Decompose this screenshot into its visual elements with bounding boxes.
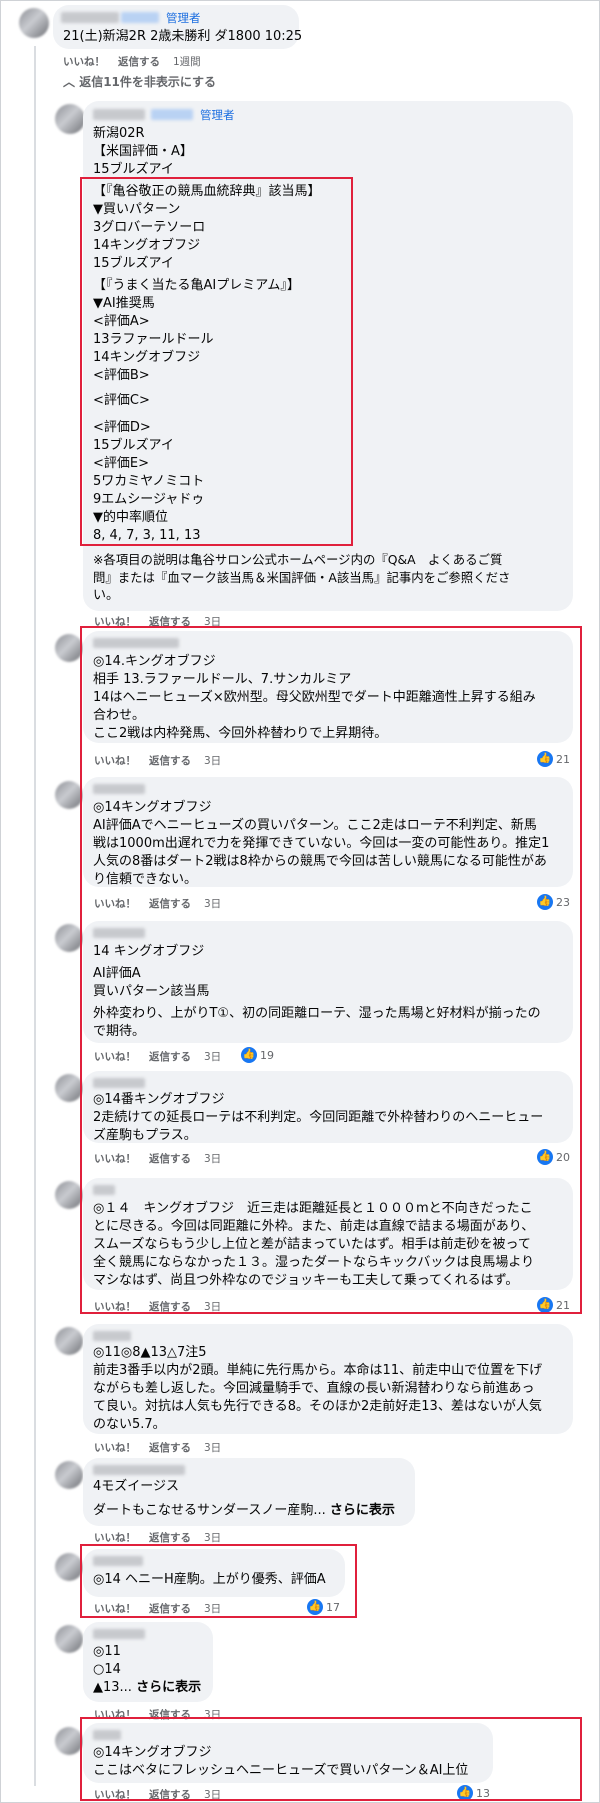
comment-bubble: ◎11◎8▲13△7注5 前走3番手以内が2頭。単純に先行馬から。本命は11、前… bbox=[83, 1324, 573, 1434]
comment-line: て良い。対抗は人気も先行できる8。そのほか2走前好走13、差はないが人気 bbox=[93, 1399, 542, 1414]
comment-bubble: 4モズイージス ダートもこなせるサンダースノー産駒... さらに表示 bbox=[83, 1458, 415, 1526]
highlight-box bbox=[80, 1544, 357, 1618]
comment-line: ◎11 bbox=[93, 1644, 121, 1659]
reply-line: 新潟02R bbox=[93, 126, 145, 141]
comment-line: 4モズイージス bbox=[93, 1479, 180, 1494]
avatar[interactable] bbox=[55, 104, 85, 134]
highlight-box bbox=[80, 626, 582, 1314]
comment-line: ながらも差し返した。今回減量騎手で、直線の長い新潟替わりなら前進あっ bbox=[93, 1381, 535, 1396]
redacted-name bbox=[93, 1465, 185, 1475]
avatar[interactable] bbox=[55, 781, 83, 809]
reply-line: 【米国評価・A】 bbox=[93, 144, 193, 159]
avatar[interactable] bbox=[55, 1553, 83, 1581]
avatar[interactable] bbox=[55, 1727, 83, 1755]
like-button[interactable]: いいね！ bbox=[94, 1532, 136, 1544]
chevron-up-icon: ︿ bbox=[63, 75, 76, 89]
comment-line: 前走3番手以内が2頭。単純に先行馬から。本命は11、前走中山で位置を下げ bbox=[93, 1363, 543, 1378]
see-more-link[interactable]: さらに表示 bbox=[330, 1503, 395, 1518]
comment-thread: 管理者 21(土)新潟2R 2歳未勝利 ダ1800 10:25 いいね！ 返信する… bbox=[0, 0, 600, 1803]
reply-button[interactable]: 返信する bbox=[149, 1442, 191, 1454]
comment-actions: いいね！ 返信する 3日 bbox=[94, 1440, 234, 1455]
comment-text: ▲13... bbox=[93, 1680, 132, 1695]
avatar[interactable] bbox=[55, 924, 83, 952]
timestamp[interactable]: 3日 bbox=[204, 1532, 221, 1544]
hide-replies-link[interactable]: ︿ 返信11件を非表示にする bbox=[63, 73, 216, 90]
avatar[interactable] bbox=[55, 634, 83, 662]
comment-actions: いいね！ 返信する 3日 bbox=[94, 1530, 234, 1545]
hide-replies-label: 返信11件を非表示にする bbox=[79, 75, 217, 89]
redacted-name bbox=[151, 109, 193, 120]
redacted-name bbox=[61, 12, 119, 23]
avatar[interactable] bbox=[55, 1181, 83, 1209]
like-button[interactable]: いいね！ bbox=[94, 1442, 136, 1454]
post-title: 21(土)新潟2R 2歳未勝利 ダ1800 10:25 bbox=[63, 29, 303, 44]
highlight-box bbox=[80, 1717, 582, 1801]
admin-badge: 管理者 bbox=[200, 108, 235, 122]
comment-line: ▲13... さらに表示 bbox=[93, 1679, 201, 1696]
redacted-name bbox=[121, 12, 159, 23]
like-button[interactable]: いいね！ bbox=[63, 56, 105, 68]
avatar[interactable] bbox=[55, 1461, 83, 1489]
reply-line: 15ブルズアイ bbox=[93, 162, 174, 177]
thread-line bbox=[34, 46, 36, 1786]
comment-line: ダートもこなせるサンダースノー産駒... さらに表示 bbox=[93, 1502, 395, 1519]
see-more-link[interactable]: さらに表示 bbox=[136, 1680, 201, 1695]
reply-button[interactable]: 返信する bbox=[149, 1532, 191, 1544]
reply-line: ※各項目の説明は亀谷サロン公式ホームページ内の『Q&A よくあるご質 bbox=[93, 552, 503, 567]
comment-text: ダートもこなせるサンダースノー産駒... bbox=[93, 1503, 326, 1518]
comment-line: ◎11◎8▲13△7注5 bbox=[93, 1345, 207, 1360]
timestamp[interactable]: 1週間 bbox=[173, 56, 201, 68]
redacted-name bbox=[93, 1331, 131, 1341]
comment-line: のない5.7。 bbox=[93, 1417, 166, 1432]
comment-bubble: ◎11 ○14 ▲13... さらに表示 bbox=[83, 1622, 213, 1702]
redacted-name bbox=[93, 1629, 145, 1639]
timestamp[interactable]: 3日 bbox=[204, 1442, 221, 1454]
avatar[interactable] bbox=[55, 1074, 83, 1102]
avatar[interactable] bbox=[19, 8, 49, 38]
redacted-name bbox=[93, 109, 145, 120]
highlight-box bbox=[80, 177, 353, 546]
reply-line: 問』または『血マーク該当馬＆米国評価・A該当馬』記事内をご参照くださ bbox=[93, 570, 511, 585]
comment-line: ○14 bbox=[93, 1662, 121, 1677]
reply-line: い。 bbox=[93, 588, 120, 603]
avatar[interactable] bbox=[55, 1625, 83, 1653]
post-actions: いいね！ 返信する 1週間 bbox=[63, 54, 214, 69]
reply-button[interactable]: 返信する bbox=[118, 56, 160, 68]
avatar[interactable] bbox=[55, 1327, 83, 1355]
admin-badge: 管理者 bbox=[166, 11, 201, 25]
post-bubble: 管理者 21(土)新潟2R 2歳未勝利 ダ1800 10:25 bbox=[53, 5, 303, 49]
